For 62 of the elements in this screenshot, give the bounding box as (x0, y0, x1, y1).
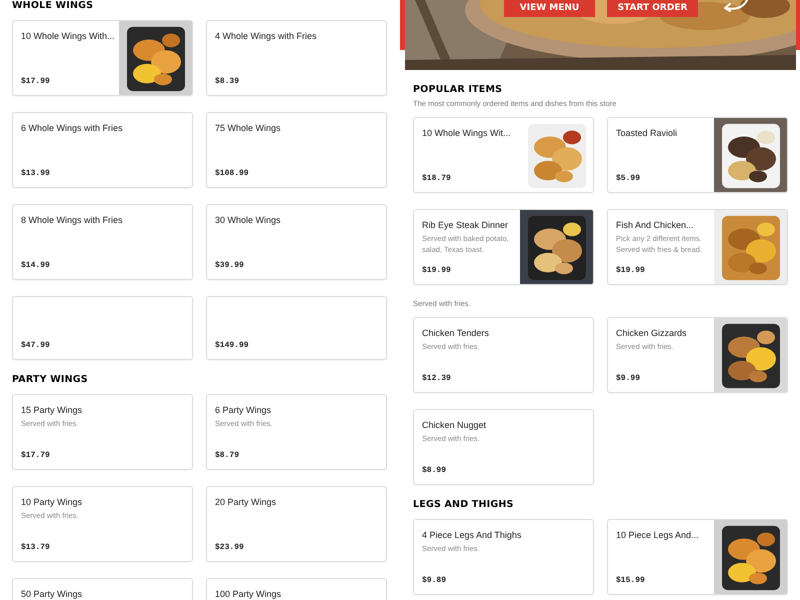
item-title: Chicken Tenders (422, 327, 490, 339)
section-heading: LEGS AND THIGHS (413, 499, 515, 511)
menu-card[interactable]: 50 Party Wings (12, 578, 193, 600)
item-title: 6 Party Wings (215, 404, 272, 416)
menu-card[interactable]: 10 Piece Legs And... $15.99 (607, 519, 788, 595)
item-title: Chicken Nugget (422, 419, 488, 431)
item-price: $108.99 (215, 169, 250, 179)
item-price: $13.99 (21, 169, 51, 179)
hero-button[interactable]: START ORDER (607, 0, 698, 17)
item-price: $39.99 (215, 261, 245, 271)
menu-card[interactable]: Toasted Ravioli $5.99 (607, 117, 788, 193)
menu-card[interactable]: $149.99 (206, 296, 387, 360)
section-heading: PARTY WINGS (12, 374, 89, 386)
item-title: 30 Whole Wings (215, 214, 282, 226)
section-heading: WHOLE WINGS (12, 0, 94, 12)
arrow-icon (721, 0, 749, 12)
item-price: $149.99 (215, 341, 250, 351)
item-title: 10 Piece Legs And... (616, 529, 700, 541)
menu-card[interactable]: 30 Whole Wings $39.99 (206, 204, 387, 280)
item-price: $17.79 (21, 451, 51, 461)
item-title: Chicken Gizzards (616, 327, 688, 339)
item-price: $12.39 (422, 374, 452, 384)
item-price: $5.99 (616, 174, 642, 184)
item-price: $8.99 (422, 466, 448, 476)
item-title: 75 Whole Wings (215, 122, 282, 134)
item-price: $13.79 (21, 543, 51, 553)
item-title: 4 Piece Legs And Thighs (422, 529, 522, 541)
menu-card[interactable]: 75 Whole Wings $108.99 (206, 112, 387, 188)
menu-card[interactable]: 100 Party Wings (206, 578, 387, 600)
item-price: $9.99 (616, 374, 642, 384)
item-title: Toasted Ravioli (616, 127, 678, 139)
section-heading: POPULAR ITEMS (413, 84, 504, 96)
menu-card[interactable]: $47.99 (12, 296, 193, 360)
item-title: 50 Party Wings (21, 588, 84, 600)
menu-card[interactable]: 20 Party Wings $23.99 (206, 486, 387, 562)
item-price: $9.89 (422, 576, 448, 586)
item-title: Fish And Chicken... (616, 219, 695, 231)
item-title: 4 Whole Wings with Fries (215, 30, 318, 42)
item-price: $8.39 (215, 77, 240, 87)
item-price: $19.99 (422, 266, 452, 276)
item-title: 10 Whole Wings Wit... (422, 127, 512, 139)
item-price: $17.99 (21, 77, 51, 87)
item-title: 15 Party Wings (21, 404, 84, 416)
item-price: $8.79 (215, 451, 240, 461)
item-title: 8 Whole Wings with Fries (21, 214, 124, 226)
menu-card[interactable]: 10 Whole Wings With... $17.99 (12, 20, 193, 96)
menu-card[interactable]: 6 Whole Wings with Fries $13.99 (12, 112, 193, 188)
menu-card[interactable]: 8 Whole Wings with Fries $14.99 (12, 204, 193, 280)
item-price: $14.99 (21, 261, 51, 271)
item-price: $23.99 (215, 543, 245, 553)
item-price: $19.99 (616, 266, 646, 276)
item-title: 20 Party Wings (215, 496, 278, 508)
item-title: 100 Party Wings (215, 588, 282, 600)
item-price: $18.79 (422, 174, 452, 184)
menu-card[interactable]: 4 Whole Wings with Fries $8.39 (206, 20, 387, 96)
item-price: $47.99 (21, 341, 51, 351)
item-title: Rib Eye Steak Dinner (422, 219, 510, 231)
menu-card[interactable]: 10 Whole Wings Wit... $18.79 (413, 117, 594, 193)
item-title: 6 Whole Wings with Fries (21, 122, 124, 134)
hero-button[interactable]: VIEW MENU (504, 0, 595, 17)
item-title: 10 Party Wings (21, 496, 84, 508)
item-price: $15.99 (616, 576, 646, 586)
